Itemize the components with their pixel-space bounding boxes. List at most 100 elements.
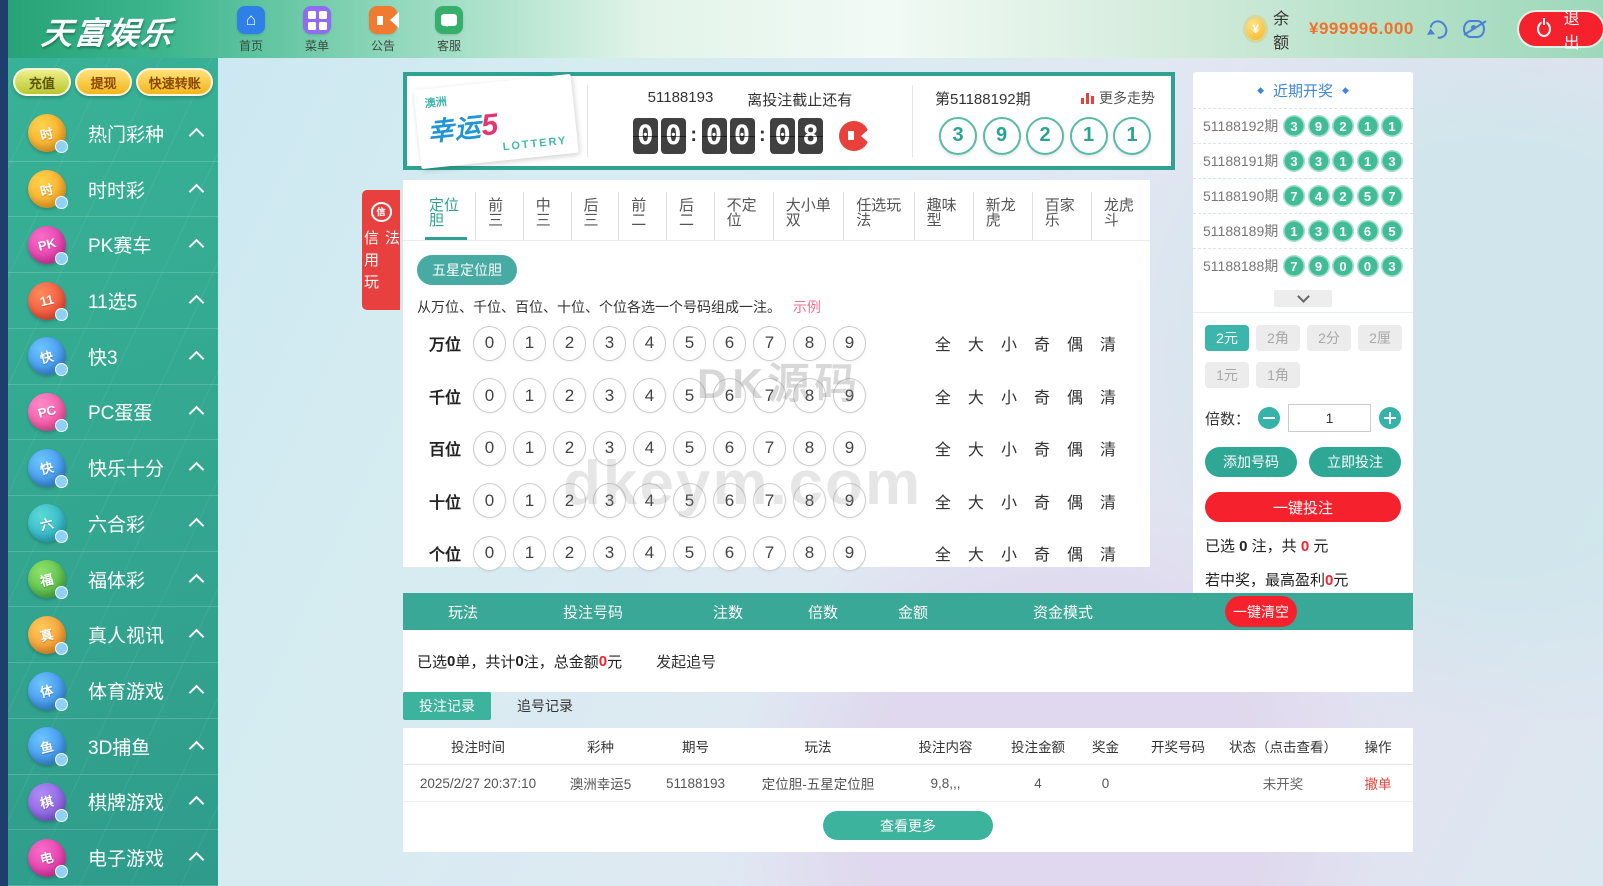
sidebar-item-13[interactable]: 棋棋牌游戏 <box>8 775 218 831</box>
digit-button[interactable]: 5 <box>673 431 706 466</box>
chase-link[interactable]: 发起追号 <box>656 651 716 672</box>
digit-button[interactable]: 7 <box>753 326 786 361</box>
multiplier-decrease-button[interactable] <box>1258 407 1280 429</box>
clear-all-button[interactable]: 一键清空 <box>1225 596 1297 627</box>
logout-button[interactable]: 退出 <box>1519 12 1603 46</box>
nav-service[interactable]: 客服 <box>424 6 474 54</box>
quick-clear[interactable]: 清 <box>1100 384 1116 408</box>
digit-button[interactable]: 8 <box>793 536 826 571</box>
digit-button[interactable]: 0 <box>473 378 506 413</box>
digit-button[interactable]: 8 <box>793 431 826 466</box>
digit-button[interactable]: 3 <box>593 431 626 466</box>
eye-off-icon[interactable] <box>1463 20 1485 38</box>
quick-odd[interactable]: 奇 <box>1034 541 1050 565</box>
digit-button[interactable]: 2 <box>553 326 586 361</box>
digit-button[interactable]: 1 <box>513 378 546 413</box>
quick-small[interactable]: 小 <box>1001 384 1017 408</box>
bet-tab-9[interactable]: 趣味型 <box>915 192 974 240</box>
bet-tab-8[interactable]: 任选玩法 <box>844 192 914 240</box>
records-tab-0[interactable]: 投注记录 <box>403 692 491 720</box>
multiplier-increase-button[interactable] <box>1379 407 1401 429</box>
digit-button[interactable]: 3 <box>593 483 626 518</box>
quick-odd[interactable]: 奇 <box>1034 331 1050 355</box>
digit-button[interactable]: 3 <box>593 326 626 361</box>
site-logo[interactable]: 天富娱乐 <box>40 8 177 53</box>
digit-button[interactable]: 3 <box>593 536 626 571</box>
quick-clear[interactable]: 清 <box>1100 331 1116 355</box>
digit-button[interactable]: 1 <box>513 326 546 361</box>
quick-small[interactable]: 小 <box>1001 436 1017 460</box>
quick-odd[interactable]: 奇 <box>1034 436 1050 460</box>
digit-button[interactable]: 2 <box>553 483 586 518</box>
quick-small[interactable]: 小 <box>1001 489 1017 513</box>
quick-even[interactable]: 偶 <box>1067 541 1083 565</box>
quick-even[interactable]: 偶 <box>1067 331 1083 355</box>
bet-tab-5[interactable]: 后二 <box>667 192 715 240</box>
digit-button[interactable]: 8 <box>793 483 826 518</box>
digit-button[interactable]: 5 <box>673 536 706 571</box>
digit-button[interactable]: 3 <box>593 378 626 413</box>
sidebar-item-2[interactable]: 时时时彩 <box>8 162 218 218</box>
quick-big[interactable]: 大 <box>968 541 984 565</box>
quick-small[interactable]: 小 <box>1001 331 1017 355</box>
digit-button[interactable]: 7 <box>753 431 786 466</box>
refresh-icon[interactable] <box>1426 16 1451 41</box>
money-option-1[interactable]: 2角 <box>1256 325 1300 351</box>
mode-pill[interactable]: 五星定位胆 <box>417 255 517 285</box>
digit-button[interactable]: 7 <box>753 536 786 571</box>
quick-odd[interactable]: 奇 <box>1034 489 1050 513</box>
bet-tab-3[interactable]: 后三 <box>572 192 620 240</box>
digit-button[interactable]: 1 <box>513 536 546 571</box>
nav-menu[interactable]: 菜单 <box>292 6 342 54</box>
nav-announce[interactable]: 公告 <box>358 6 408 54</box>
transfer-button[interactable]: 快速转账 <box>136 68 213 96</box>
one-click-bet-button[interactable]: 一键投注 <box>1205 492 1401 522</box>
digit-button[interactable]: 5 <box>673 483 706 518</box>
digit-button[interactable]: 9 <box>833 378 866 413</box>
money-option-4[interactable]: 1元 <box>1205 362 1249 388</box>
quick-odd[interactable]: 奇 <box>1034 384 1050 408</box>
quick-clear[interactable]: 清 <box>1100 489 1116 513</box>
quick-even[interactable]: 偶 <box>1067 436 1083 460</box>
quick-even[interactable]: 偶 <box>1067 489 1083 513</box>
digit-button[interactable]: 5 <box>673 326 706 361</box>
digit-button[interactable]: 9 <box>833 326 866 361</box>
example-link[interactable]: 示例 <box>793 299 821 315</box>
money-option-0[interactable]: 2元 <box>1205 325 1249 351</box>
digit-button[interactable]: 9 <box>833 536 866 571</box>
cancel-order-link[interactable]: 撤单 <box>1343 773 1413 793</box>
bet-tab-1[interactable]: 前三 <box>476 192 524 240</box>
sidebar-item-7[interactable]: 快快乐十分 <box>8 440 218 496</box>
records-tab-1[interactable]: 追号记录 <box>507 692 583 720</box>
sidebar-item-8[interactable]: 六六合彩 <box>8 496 218 552</box>
quick-big[interactable]: 大 <box>968 384 984 408</box>
digit-button[interactable]: 0 <box>473 536 506 571</box>
money-option-3[interactable]: 2厘 <box>1358 325 1402 351</box>
digit-button[interactable]: 2 <box>553 431 586 466</box>
bet-tab-4[interactable]: 前二 <box>619 192 667 240</box>
sidebar-item-4[interactable]: 1111选5 <box>8 273 218 329</box>
add-number-button[interactable]: 添加号码 <box>1205 447 1297 477</box>
expand-draws-button[interactable] <box>1274 290 1332 307</box>
sidebar-item-3[interactable]: PKPK赛车 <box>8 217 218 273</box>
digit-button[interactable]: 6 <box>713 378 746 413</box>
credit-play-tab[interactable]: 信 信用玩法 <box>362 190 400 310</box>
digit-button[interactable]: 6 <box>713 536 746 571</box>
bet-tab-12[interactable]: 龙虎斗 <box>1092 192 1150 240</box>
digit-button[interactable]: 8 <box>793 378 826 413</box>
digit-button[interactable]: 6 <box>713 326 746 361</box>
digit-button[interactable]: 4 <box>633 431 666 466</box>
bet-now-button[interactable]: 立即投注 <box>1309 447 1401 477</box>
quick-even[interactable]: 偶 <box>1067 384 1083 408</box>
digit-button[interactable]: 4 <box>633 378 666 413</box>
digit-button[interactable]: 7 <box>753 378 786 413</box>
digit-button[interactable]: 9 <box>833 431 866 466</box>
bet-tab-6[interactable]: 不定位 <box>715 192 774 240</box>
digit-button[interactable]: 4 <box>633 326 666 361</box>
view-more-button[interactable]: 查看更多 <box>823 811 993 840</box>
digit-button[interactable]: 6 <box>713 431 746 466</box>
sidebar-item-12[interactable]: 鱼3D捕鱼 <box>8 719 218 775</box>
money-option-5[interactable]: 1角 <box>1256 362 1300 388</box>
recharge-button[interactable]: 充值 <box>13 68 71 96</box>
digit-button[interactable]: 6 <box>713 483 746 518</box>
